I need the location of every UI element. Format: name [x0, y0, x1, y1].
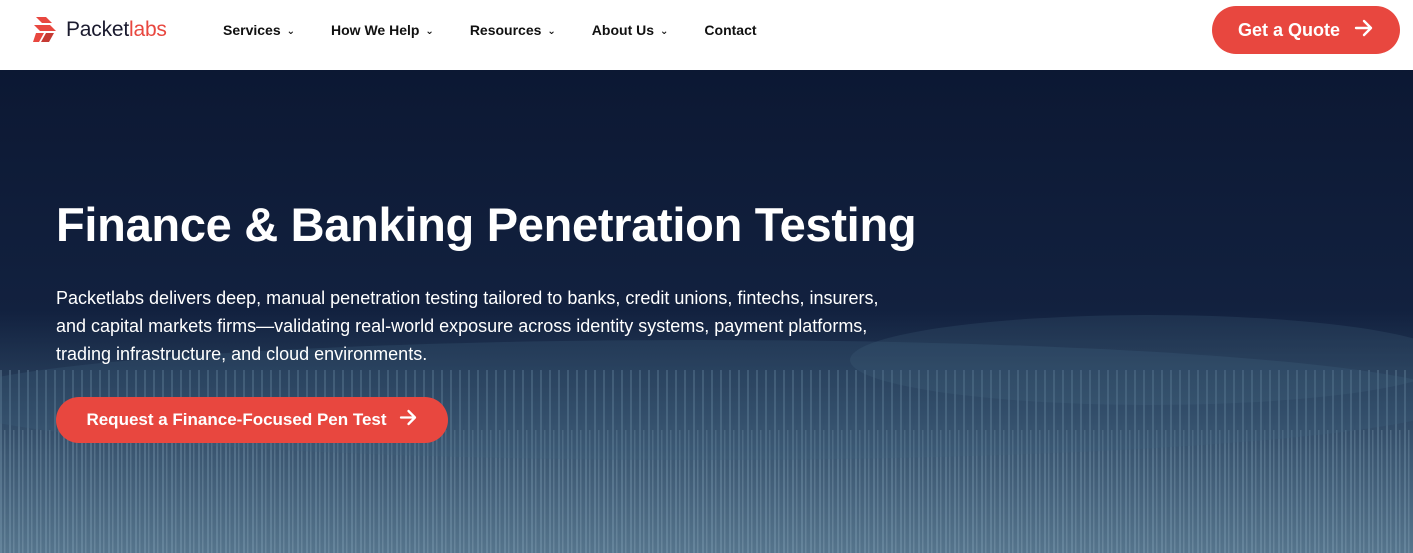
nav-item-contact[interactable]: Contact — [704, 22, 756, 38]
chevron-down-icon: ⌄ — [286, 26, 295, 37]
arrow-right-icon — [1354, 19, 1374, 42]
main-nav: Services ⌄ How We Help ⌄ Resources ⌄ Abo… — [223, 0, 793, 60]
chevron-down-icon: ⌄ — [425, 26, 434, 37]
get-a-quote-button[interactable]: Get a Quote — [1212, 6, 1400, 54]
logo-text-part2: labs — [129, 17, 167, 41]
nav-item-label: How We Help — [331, 22, 420, 38]
hero-title: Finance & Banking Penetration Testing — [56, 198, 917, 251]
logo-text-part1: Packet — [66, 17, 129, 41]
nav-item-label: Contact — [704, 22, 757, 38]
hero-section: Finance & Banking Penetration Testing Pa… — [0, 70, 1413, 553]
get-a-quote-label: Get a Quote — [1237, 19, 1340, 40]
request-pen-test-label: Request a Finance-Focused Pen Test — [86, 410, 387, 429]
packetlabs-logo-icon — [32, 14, 60, 44]
nav-item-resources[interactable]: Resources ⌄ — [470, 22, 556, 38]
nav-item-services[interactable]: Services ⌄ — [223, 22, 295, 38]
logo-wordmark: Packetlabs — [66, 19, 167, 40]
logo[interactable]: Packetlabs — [32, 13, 167, 45]
nav-item-label: Resources — [469, 22, 542, 38]
chevron-down-icon: ⌄ — [660, 26, 669, 37]
chevron-down-icon: ⌄ — [547, 26, 556, 37]
request-pen-test-button[interactable]: Request a Finance-Focused Pen Test — [56, 397, 448, 443]
arrow-right-icon — [399, 409, 418, 431]
hero-description: Packetlabs delivers deep, manual penetra… — [56, 288, 879, 364]
nav-item-label: About Us — [591, 22, 655, 38]
site-header: Packetlabs Services ⌄ How We Help ⌄ Reso… — [0, 0, 1413, 70]
nav-item-how-we-help[interactable]: How We Help ⌄ — [331, 22, 434, 38]
nav-item-label: Services — [223, 22, 281, 38]
nav-item-about-us[interactable]: About Us ⌄ — [592, 22, 669, 38]
